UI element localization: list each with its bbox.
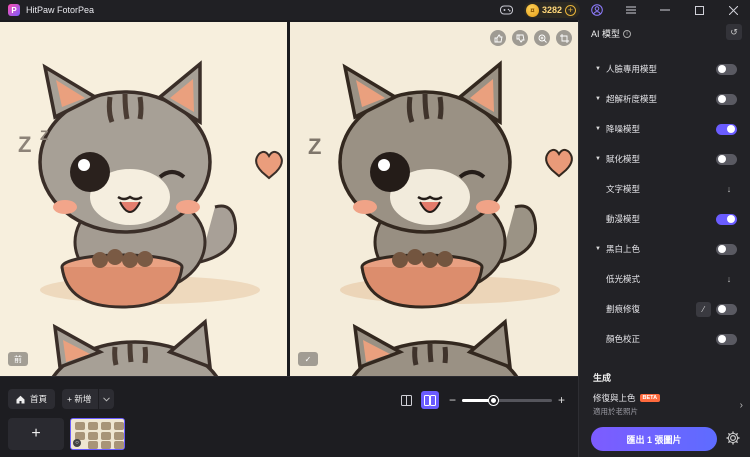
maximize-button[interactable]: [682, 0, 716, 20]
caret-down-icon[interactable]: ▼: [595, 156, 601, 162]
ai-model-header: AI 模型 i: [591, 27, 632, 40]
menu-button[interactable]: [614, 0, 648, 20]
svg-text:Z: Z: [308, 134, 321, 159]
image-thumbnail[interactable]: ○: [70, 418, 125, 450]
chevron-right-icon: ›: [739, 400, 743, 411]
beta-badge: BETA: [639, 394, 661, 402]
add-button[interactable]: + 新增: [62, 389, 114, 409]
cat-illustration-original: Z Z: [18, 60, 283, 376]
model-label: 文字模型: [606, 184, 641, 194]
model-row[interactable]: 低光模式 ↓: [579, 264, 750, 294]
model-toggle[interactable]: [716, 243, 737, 255]
model-row[interactable]: ▼ 超解析度模型: [579, 84, 750, 114]
reset-icon[interactable]: ↺: [726, 24, 742, 40]
model-list: ▼ 人臉專用模型 ▼ 超解析度模型 ▼ 降噪模型 ▼ 賦化模型文字模型 ↓ 動漫模型 ▼ 黑白上色低光…: [579, 54, 750, 354]
model-row[interactable]: ▼ 人臉專用模型: [579, 54, 750, 84]
model-row[interactable]: ▼ 賦化模型: [579, 144, 750, 174]
title-bar: P HitPaw FotorPea ¤ 3282 +: [0, 0, 750, 20]
caret-down-icon[interactable]: ▼: [595, 126, 601, 132]
original-image-pane[interactable]: Z Z 前: [0, 22, 287, 376]
zoom-slider-handle[interactable]: [488, 395, 498, 405]
zoom-out-button[interactable]: −: [449, 393, 456, 407]
model-label: 超解析度模型: [606, 94, 658, 104]
arrow-down-icon[interactable]: ↓: [723, 273, 735, 285]
processed-image-pane[interactable]: Z ✓: [290, 22, 578, 376]
info-icon[interactable]: i: [623, 29, 632, 38]
before-tag: 前: [8, 352, 28, 366]
thumbs-up-icon[interactable]: [490, 30, 506, 46]
account-icon[interactable]: [590, 3, 604, 17]
home-button[interactable]: 首頁: [8, 389, 56, 409]
zoom-in-button[interactable]: +: [558, 393, 565, 407]
caret-down-icon[interactable]: ▼: [595, 246, 601, 252]
model-row[interactable]: ▼ 降噪模型: [579, 114, 750, 144]
restore-colorize-title: 修復與上色: [593, 393, 636, 403]
model-row[interactable]: 文字模型 ↓: [579, 174, 750, 204]
model-row[interactable]: 劃痕修復 ⁄: [579, 294, 750, 324]
model-label: 動漫模型: [606, 214, 641, 224]
crop-icon[interactable]: [556, 30, 572, 46]
model-label: 顏色校正: [606, 334, 641, 344]
gear-icon[interactable]: [725, 430, 741, 446]
model-row[interactable]: ▼ 黑白上色: [579, 234, 750, 264]
arrow-down-icon[interactable]: ↓: [723, 183, 735, 195]
restore-colorize-subtitle: 適用於老照片: [593, 407, 638, 416]
model-label: 劃痕修復: [606, 304, 641, 314]
image-feedback-tools: [490, 30, 572, 46]
minimize-button[interactable]: [648, 0, 682, 20]
thumbnail-status-icon: ○: [73, 439, 81, 447]
coin-icon: ¤: [525, 3, 539, 17]
thumbs-down-icon[interactable]: [512, 30, 528, 46]
image-canvas[interactable]: Z Z 前 Z ✓: [0, 20, 578, 376]
home-label: 首頁: [30, 394, 48, 404]
view-mode-switch: [397, 391, 439, 409]
app-logo: P: [8, 4, 20, 16]
zoom-slider[interactable]: [462, 395, 553, 405]
model-row[interactable]: 顏色校正: [579, 324, 750, 354]
generate-heading: 生成: [593, 373, 612, 383]
coin-count: 3282: [541, 5, 562, 15]
svg-text:Z: Z: [40, 127, 49, 143]
model-toggle[interactable]: [716, 213, 737, 225]
coin-balance[interactable]: ¤ 3282 +: [523, 2, 580, 18]
settings-panel: AI 模型 i ↺ ▼ 人臉專用模型 ▼ 超解析度模型 ▼ 降噪模型 ▼ 賦化模型文字模型 ↓ 動…: [578, 20, 750, 457]
model-label: 低光模式: [606, 274, 641, 284]
after-tag: ✓: [298, 352, 318, 366]
model-label: 降噪模型: [606, 124, 641, 134]
model-toggle[interactable]: [716, 63, 737, 75]
ai-model-title: AI 模型: [591, 29, 621, 39]
home-icon: [16, 395, 25, 403]
scratch-tool-icon[interactable]: ⁄: [696, 301, 711, 317]
cat-illustration-processed: Z: [308, 60, 573, 376]
add-coins-button[interactable]: +: [565, 4, 576, 16]
chevron-down-icon[interactable]: [98, 389, 114, 409]
model-toggle[interactable]: [716, 123, 737, 135]
model-toggle[interactable]: [716, 93, 737, 105]
add-label: + 新增: [67, 394, 92, 404]
model-label: 人臉專用模型: [606, 64, 658, 74]
gamepad-icon[interactable]: [500, 3, 514, 17]
bottom-bar: 首頁 + 新增 − + + ○: [0, 376, 578, 457]
close-button[interactable]: [716, 0, 750, 20]
add-image-button[interactable]: +: [8, 418, 64, 450]
zoom-control: − +: [449, 391, 565, 409]
caret-down-icon[interactable]: ▼: [595, 96, 601, 102]
app-title: HitPaw FotorPea: [26, 5, 95, 15]
model-toggle[interactable]: [716, 153, 737, 165]
model-row[interactable]: 動漫模型: [579, 204, 750, 234]
model-label: 黑白上色: [606, 244, 641, 254]
restore-colorize-card[interactable]: 修復與上色 BETA 適用於老照片 ›: [593, 392, 743, 422]
model-toggle[interactable]: [716, 333, 737, 345]
model-label: 賦化模型: [606, 154, 641, 164]
svg-text:Z: Z: [18, 132, 31, 157]
caret-down-icon[interactable]: ▼: [595, 66, 601, 72]
export-button[interactable]: 匯出 1 張圖片: [591, 427, 717, 451]
zoom-icon[interactable]: [534, 30, 550, 46]
model-toggle[interactable]: [716, 303, 737, 315]
split-view-icon[interactable]: [421, 391, 439, 409]
single-view-icon[interactable]: [397, 391, 415, 409]
